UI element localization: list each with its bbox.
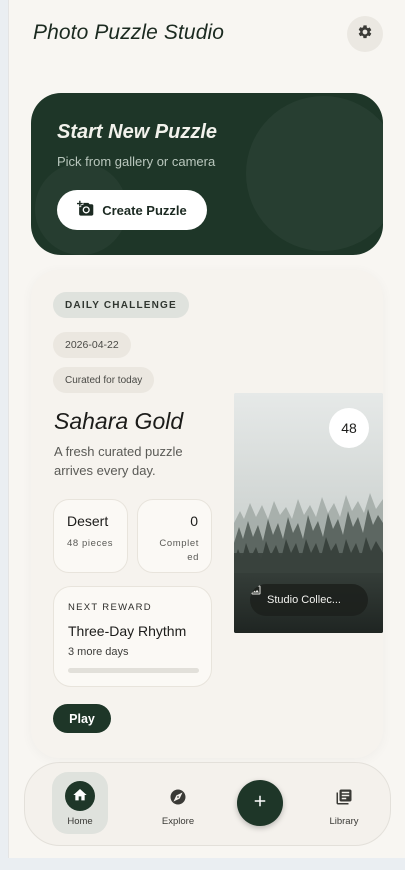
- nav-item-home[interactable]: Home: [52, 772, 108, 834]
- piece-count-badge: 48: [329, 408, 369, 448]
- category-stat: Desert 48 pieces: [53, 499, 128, 573]
- nav-label-library: Library: [329, 816, 359, 827]
- puzzle-title: Sahara Gold: [54, 408, 184, 434]
- home-icon: [72, 787, 88, 806]
- nav-label-explore: Explore: [161, 816, 195, 827]
- create-puzzle-button[interactable]: Create Puzzle: [57, 190, 207, 230]
- top-bar: Photo Puzzle Studio: [33, 16, 383, 52]
- source-label-pill[interactable]: Studio Collec...: [250, 584, 368, 616]
- completed-stat: 0 Completed: [137, 499, 212, 573]
- curated-chip: Curated for today: [53, 367, 155, 393]
- app-title: Photo Puzzle Studio: [33, 21, 225, 44]
- hero-decor-circle: [246, 96, 383, 251]
- puzzle-description: A fresh curated puzzle arrives every day…: [54, 444, 183, 478]
- play-button[interactable]: Play: [53, 704, 111, 733]
- reward-label: NEXT REWARD: [68, 602, 152, 613]
- source-label: Studio Collec...: [267, 594, 341, 606]
- bottom-navigation: Home Explore Library: [24, 762, 391, 846]
- settings-button[interactable]: [347, 16, 383, 52]
- plus-icon: [251, 792, 269, 815]
- daily-challenge-chip: DAILY CHALLENGE: [53, 292, 189, 318]
- nav-item-library[interactable]: Library: [316, 772, 372, 834]
- stat-value: Desert: [67, 513, 109, 529]
- reward-subtitle: 3 more days: [68, 646, 129, 658]
- nav-label-home: Home: [67, 816, 93, 827]
- reward-title: Three-Day Rhythm: [68, 623, 187, 639]
- compass-icon: [166, 785, 190, 809]
- create-fab-button[interactable]: [237, 780, 283, 826]
- puzzle-preview-image[interactable]: 48 Studio Collec...: [234, 393, 383, 633]
- camera-add-icon: [77, 200, 94, 220]
- gear-icon: [357, 24, 373, 45]
- reward-progress-bar: [68, 668, 199, 673]
- hero-subtitle: Pick from gallery or camera: [57, 154, 216, 169]
- daily-challenge-card: DAILY CHALLENGE 2026-04-22 Curated for t…: [31, 270, 383, 758]
- start-puzzle-card: Start New Puzzle Pick from gallery or ca…: [31, 93, 383, 255]
- next-reward-card: NEXT REWARD Three-Day Rhythm 3 more days: [53, 586, 212, 687]
- stat-label: 48 pieces: [67, 538, 114, 549]
- nav-item-explore[interactable]: Explore: [150, 772, 206, 834]
- create-puzzle-label: Create Puzzle: [102, 202, 187, 218]
- home-icon-bubble: [65, 781, 95, 811]
- stat-label: Completed: [159, 538, 199, 563]
- hero-title: Start New Puzzle: [57, 121, 218, 143]
- date-chip: 2026-04-22: [53, 332, 131, 358]
- stat-value: 0: [190, 513, 198, 529]
- app-screen: Photo Puzzle Studio Start New Puzzle Pic…: [8, 0, 405, 858]
- library-icon: [332, 785, 356, 809]
